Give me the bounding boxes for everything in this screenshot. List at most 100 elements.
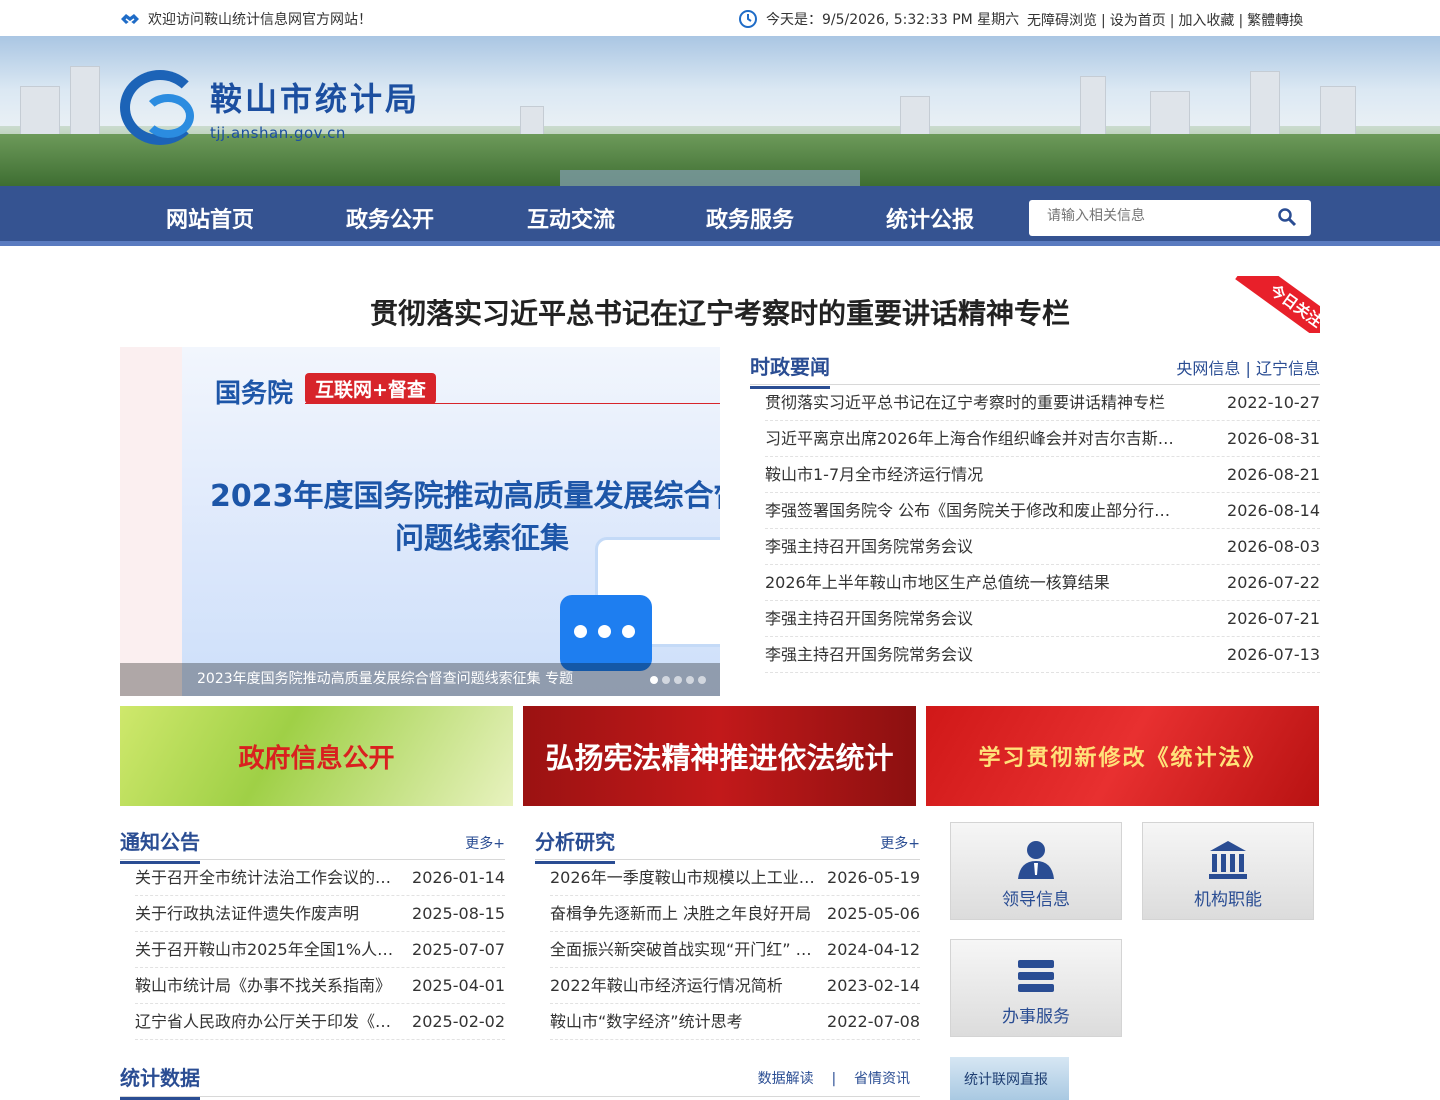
list-item-title[interactable]: 关于行政执法证件遗失作废声明 — [135, 896, 359, 931]
online-direct-report-button[interactable]: 统计联网直报 — [950, 1057, 1069, 1100]
news-source-links[interactable]: 央网信息 | 辽宁信息 — [1176, 355, 1320, 379]
tile-label: 领导信息 — [1002, 890, 1070, 910]
search-input[interactable] — [1047, 200, 1277, 230]
nav-services[interactable]: 政务服务 — [706, 202, 794, 234]
carousel-dot[interactable] — [650, 676, 658, 684]
list-item[interactable]: 2022年鞍山市经济运行情况简析 2023-02-14 — [550, 968, 920, 1004]
list-item-title[interactable]: 贯彻落实习近平总书记在辽宁考察时的重要讲话精神专栏 — [765, 385, 1165, 420]
today-focus-ribbon: 今日关注 — [1223, 276, 1320, 333]
nav-statistics-bulletin[interactable]: 统计公报 — [886, 202, 974, 234]
list-item-date: 2022-10-27 — [1227, 393, 1320, 412]
list-item[interactable]: 关于行政执法证件遗失作废声明 2025-08-15 — [135, 896, 505, 932]
carousel-caption[interactable]: 2023年度国务院推动高质量发展综合督查问题线索征集 专题 — [120, 663, 720, 696]
list-item-title[interactable]: 鞍山市“数字经济”统计思考 — [550, 1004, 743, 1039]
list-item-date: 2026-01-14 — [412, 868, 505, 887]
list-item-title[interactable]: 2026年上半年鞍山市地区生产总值统一核算结果 — [765, 565, 1110, 600]
slide-tag-state-council: 国务院 — [215, 379, 294, 409]
list-item-title[interactable]: 关于召开鞍山市2025年全国1%人口抽样调查工作会议的通知 — [135, 932, 405, 967]
list-item-title[interactable]: 李强主持召开国务院常务会议 — [765, 601, 973, 636]
list-item-date: 2023-02-14 — [827, 976, 920, 995]
traditional-chinese-link[interactable]: 繁體轉換 — [1247, 13, 1303, 29]
list-item[interactable]: 奋楫争先逐新而上 决胜之年良好开局 2025-05-06 — [550, 896, 920, 932]
list-item-title[interactable]: 全面振兴新突破首战实现“开门红” 经济运行稳中有进 — [550, 932, 820, 967]
list-item-date: 2025-05-06 — [827, 904, 920, 923]
list-item-title[interactable]: 鞍山市统计局《办事不找关系指南》 — [135, 968, 391, 1003]
carousel[interactable]: 国务院 互联网+督查 2023年度国务院推动高质量发展综合督 问题线索征集 20… — [120, 347, 720, 696]
tile-leader-info[interactable]: 领导信息 — [950, 822, 1122, 920]
tile-organization[interactable]: 机构职能 — [1142, 822, 1314, 920]
more-link[interactable]: 更多+ — [465, 833, 505, 853]
site-title: 鞍山市统计局 — [210, 79, 421, 118]
handshake-icon — [121, 14, 139, 24]
list-item-title[interactable]: 关于召开全市统计法治工作会议的通知 — [135, 860, 405, 895]
list-item[interactable]: 全面振兴新突破首战实现“开门红” 经济运行稳中有进 2024-04-12 — [550, 932, 920, 968]
list-item-title[interactable]: 李强签署国务院令 公布《国务院关于修改和废止部分行政法规的决定》 — [765, 493, 1175, 528]
list-item-title[interactable]: 李强主持召开国务院常务会议 — [765, 529, 973, 564]
list-item-date: 2026-07-22 — [1227, 573, 1320, 592]
list-item[interactable]: 习近平离京出席2026年上海合作组织峰会并对吉尔吉斯斯坦进行国事访问 2026-0… — [765, 421, 1320, 457]
section-title[interactable]: 分析研究 — [535, 826, 615, 864]
more-link[interactable]: 更多+ — [880, 833, 920, 853]
carousel-dot[interactable] — [698, 676, 706, 684]
carousel-dot[interactable] — [674, 676, 682, 684]
list-item-title[interactable]: 2026年一季度鞍山市规模以上工业经济运行分析 — [550, 860, 820, 895]
site-domain: tjj.anshan.gov.cn — [210, 123, 346, 142]
nav-government-affairs[interactable]: 政务公开 — [346, 202, 434, 234]
carousel-dot[interactable] — [686, 676, 694, 684]
message-dots-icon — [560, 595, 652, 671]
list-item-title[interactable]: 鞍山市1-7月全市经济运行情况 — [765, 457, 983, 492]
list-item[interactable]: 李强签署国务院令 公布《国务院关于修改和废止部分行政法规的决定》 2026-08-… — [765, 493, 1320, 529]
search-icon[interactable] — [1277, 207, 1297, 227]
accessibility-link[interactable]: 无障碍浏览 — [1027, 13, 1097, 29]
tile-label: 机构职能 — [1194, 890, 1262, 910]
logo-emblem-icon — [120, 70, 200, 145]
promo-constitution-spirit[interactable]: 弘扬宪法精神推进依法统计 — [523, 706, 916, 806]
statistics-data-section: 统计数据 数据解读 | 省情资讯 — [120, 1058, 920, 1100]
list-item[interactable]: 2026年上半年鞍山市地区生产总值统一核算结果 2026-07-22 — [765, 565, 1320, 601]
nav-interaction[interactable]: 互动交流 — [527, 202, 615, 234]
list-item[interactable]: 2026年一季度鞍山市规模以上工业经济运行分析 2026-05-19 — [550, 860, 920, 896]
list-item-date: 2025-02-02 — [412, 1012, 505, 1031]
slide-tag-internet-supervision: 互联网+督查 — [305, 373, 436, 404]
list-item-title[interactable]: 2022年鞍山市经济运行情况简析 — [550, 968, 783, 1003]
welcome-text: 欢迎访问鞍山统计信息网官方网站！ — [148, 12, 372, 28]
political-news-section: 时政要闻 央网信息 | 辽宁信息 贯彻落实习近平总书记在辽宁考察时的重要讲话精神… — [750, 347, 1320, 673]
list-item-date: 2025-07-07 — [412, 940, 505, 959]
list-item-date: 2026-08-21 — [1227, 465, 1320, 484]
list-item-title[interactable]: 奋楫争先逐新而上 决胜之年良好开局 — [550, 896, 811, 931]
carousel-dot[interactable] — [662, 676, 670, 684]
list-item[interactable]: 鞍山市统计局《办事不找关系指南》 2025-04-01 — [135, 968, 505, 1004]
list-item-title[interactable]: 习近平离京出席2026年上海合作组织峰会并对吉尔吉斯斯坦进行国事访问 — [765, 421, 1175, 456]
list-item[interactable]: 关于召开鞍山市2025年全国1%人口抽样调查工作会议的通知 2025-07-07 — [135, 932, 505, 968]
slide-heading-line1: 2023年度国务院推动高质量发展综合督 — [210, 479, 720, 514]
tile-services[interactable]: 办事服务 — [950, 939, 1122, 1037]
date-area: 今天是：9/5/2026, 5:32:33 PM 星期六 — [738, 9, 1019, 29]
section-title[interactable]: 时政要闻 — [750, 351, 830, 389]
site-logo[interactable]: 鞍山市统计局 tjj.anshan.gov.cn — [120, 70, 420, 145]
clock-icon — [739, 10, 757, 28]
list-item[interactable]: 关于召开全市统计法治工作会议的通知 2026-01-14 — [135, 860, 505, 896]
list-item[interactable]: 李强主持召开国务院常务会议 2026-07-21 — [765, 601, 1320, 637]
list-item-title[interactable]: 辽宁省人民政府办公厅关于印发《辽宁省统计造假弄虚作假问题专项治理实施方案》的通知 — [135, 1004, 405, 1039]
section-title[interactable]: 统计数据 — [120, 1062, 200, 1100]
list-item[interactable]: 辽宁省人民政府办公厅关于印发《辽宁省统计造假弄虚作假问题专项治理实施方案》的通知… — [135, 1004, 505, 1040]
add-favorite-link[interactable]: 加入收藏 — [1178, 13, 1234, 29]
data-interpretation-link[interactable]: 数据解读 — [758, 1071, 814, 1087]
list-item[interactable]: 李强主持召开国务院常务会议 2026-07-13 — [765, 637, 1320, 673]
promo-gov-info-disclosure[interactable]: 政府信息公开 — [120, 706, 513, 806]
welcome-area: 欢迎访问鞍山统计信息网官方网站！ — [120, 9, 372, 29]
list-item[interactable]: 鞍山市“数字经济”统计思考 2022-07-08 — [550, 1004, 920, 1040]
list-item[interactable]: 贯彻落实习近平总书记在辽宁考察时的重要讲话精神专栏 2022-10-27 — [765, 385, 1320, 421]
list-item-title[interactable]: 李强主持召开国务院常务会议 — [765, 637, 973, 672]
provincial-info-link[interactable]: 省情资讯 — [854, 1071, 910, 1087]
list-item-date: 2024-04-12 — [827, 940, 920, 959]
set-homepage-link[interactable]: 设为首页 — [1110, 13, 1166, 29]
list-item[interactable]: 鞍山市1-7月全市经济运行情况 2026-08-21 — [765, 457, 1320, 493]
list-item-date: 2026-07-13 — [1227, 645, 1320, 664]
promo-statistics-law[interactable]: 学习贯彻新修改《统计法》 — [926, 706, 1319, 806]
nav-home[interactable]: 网站首页 — [166, 202, 254, 234]
list-item[interactable]: 李强主持召开国务院常务会议 2026-08-03 — [765, 529, 1320, 565]
section-title[interactable]: 通知公告 — [120, 826, 200, 864]
list-item-date: 2026-08-14 — [1227, 501, 1320, 520]
slide-heading-line2: 问题线索征集 — [395, 521, 570, 555]
